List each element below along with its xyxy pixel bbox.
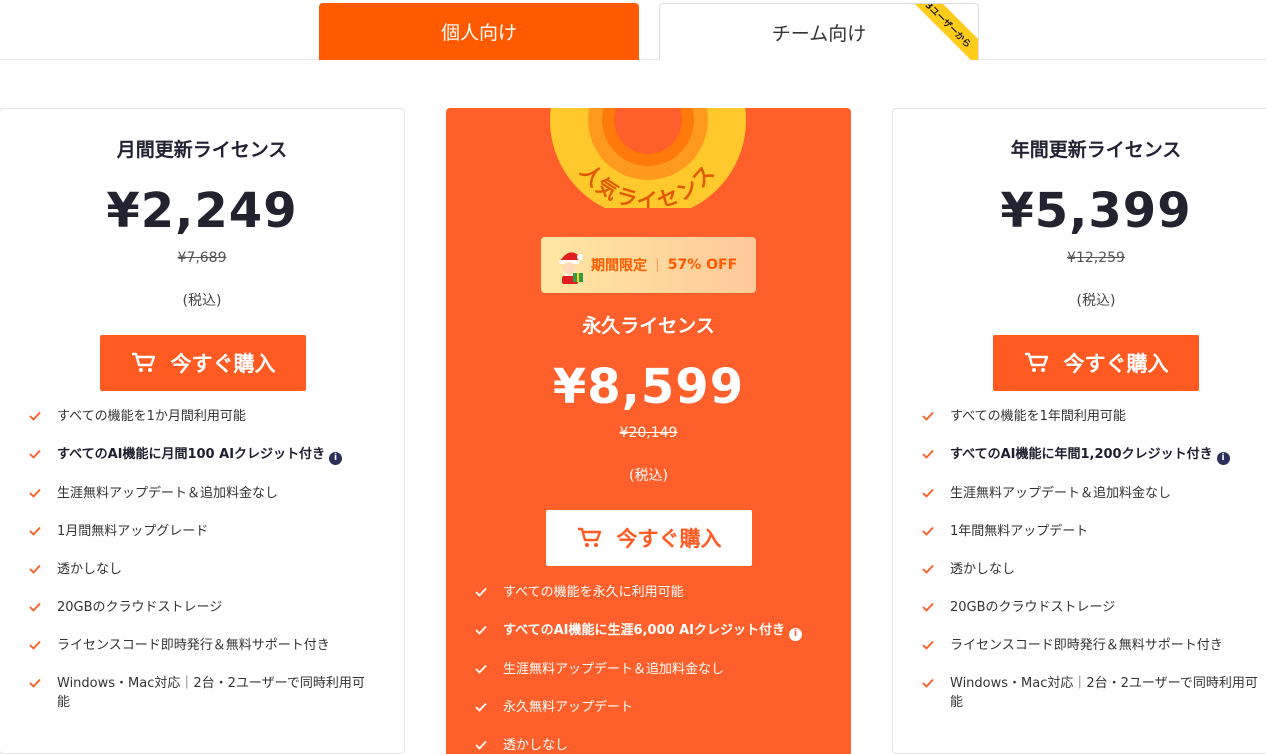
check-icon bbox=[475, 740, 487, 750]
feature-list: すべての機能を1年間利用可能 すべてのAI機能に年間1,200クレジット付き i … bbox=[922, 407, 1262, 731]
feature-item: すべてのAI機能に年間1,200クレジット付き i bbox=[922, 445, 1262, 465]
feature-item: 透かしなし bbox=[922, 560, 1262, 579]
feature-item: すべてのAI機能に月間100 AIクレジット付き i bbox=[29, 445, 374, 465]
plan-name: 月間更新ライセンス bbox=[116, 139, 288, 161]
santa-icon bbox=[559, 252, 583, 284]
plan-card-annual: 年間更新ライセンス ¥5,399 ¥12,259 (税込) 今すぐ購入 すべての… bbox=[892, 108, 1266, 754]
feature-item: 生涯無料アップデート＆追加料金なし bbox=[29, 484, 374, 503]
check-icon bbox=[475, 587, 487, 597]
check-icon bbox=[475, 625, 487, 635]
check-icon bbox=[922, 678, 934, 688]
check-icon bbox=[475, 702, 487, 712]
feature-item: 20GBのクラウドストレージ bbox=[29, 598, 374, 617]
popular-badge: 人気ライセンス bbox=[550, 108, 746, 208]
check-icon bbox=[29, 640, 41, 650]
check-icon bbox=[922, 449, 934, 459]
feature-item: ライセンスコード即時発行＆無料サポート付き bbox=[922, 636, 1262, 655]
cart-icon bbox=[131, 352, 155, 372]
pricing-page: 個人向け チーム向け 3ユーザーから 月間更新ライセンス ¥2,249 ¥7,6… bbox=[0, 0, 1266, 754]
check-icon bbox=[29, 602, 41, 612]
info-icon[interactable]: i bbox=[329, 452, 343, 465]
team-ribbon-label: 3ユーザーから bbox=[923, 3, 973, 50]
tab-team[interactable]: チーム向け 3ユーザーから bbox=[659, 3, 979, 60]
check-icon bbox=[29, 678, 41, 688]
plan-old-price: ¥7,689 bbox=[177, 250, 227, 266]
buy-button-monthly[interactable]: 今すぐ購入 bbox=[100, 335, 306, 391]
check-icon bbox=[922, 602, 934, 612]
check-icon bbox=[29, 526, 41, 536]
feature-item: 永久無料アップデート bbox=[475, 698, 825, 717]
promo-label: 期間限定 bbox=[591, 258, 647, 274]
check-icon bbox=[922, 526, 934, 536]
plan-tax-note: (税込) bbox=[182, 293, 222, 309]
cart-icon bbox=[577, 527, 601, 547]
plan-name: 永久ライセンス bbox=[582, 315, 715, 337]
info-icon[interactable]: i bbox=[789, 628, 803, 641]
plan-card-monthly: 月間更新ライセンス ¥2,249 ¥7,689 (税込) 今すぐ購入 すべての機… bbox=[0, 108, 405, 754]
feature-item: 1年間無料アップデート bbox=[922, 522, 1262, 541]
plan-tax-note: (税込) bbox=[1076, 293, 1116, 309]
feature-item: 透かしなし bbox=[29, 560, 374, 579]
plan-old-price: ¥12,259 bbox=[1067, 250, 1125, 266]
team-ribbon: 3ユーザーから bbox=[903, 3, 978, 60]
check-icon bbox=[29, 564, 41, 574]
buy-button-label: 今すぐ購入 bbox=[170, 352, 276, 376]
tab-team-label: チーム向け bbox=[771, 22, 867, 45]
buy-button-label: 今すぐ購入 bbox=[1063, 352, 1169, 376]
feature-item: すべての機能を1か月間利用可能 bbox=[29, 407, 374, 426]
feature-item: 生涯無料アップデート＆追加料金なし bbox=[922, 484, 1262, 503]
promo-separator: | bbox=[655, 257, 660, 273]
check-icon bbox=[922, 488, 934, 498]
promo-discount: 57% OFF bbox=[667, 257, 738, 273]
check-icon bbox=[29, 488, 41, 498]
check-icon bbox=[922, 411, 934, 421]
promo-banner: 期間限定 | 57% OFF bbox=[541, 237, 756, 293]
feature-item: 20GBのクラウドストレージ bbox=[922, 598, 1262, 617]
info-icon[interactable]: i bbox=[1216, 452, 1230, 465]
plan-price: ¥2,249 bbox=[106, 183, 298, 239]
tab-personal[interactable]: 個人向け bbox=[319, 3, 639, 60]
feature-item: ライセンスコード即時発行＆無料サポート付き bbox=[29, 636, 374, 655]
check-icon bbox=[475, 664, 487, 674]
buy-button-perpetual[interactable]: 今すぐ購入 bbox=[546, 510, 752, 566]
plan-name: 年間更新ライセンス bbox=[1010, 139, 1182, 161]
feature-item: Windows・Mac対応｜2台・2ユーザーで同時利用可能 bbox=[29, 674, 374, 712]
feature-list: すべての機能を永久に利用可能 すべてのAI機能に生涯6,000 AIクレジット付… bbox=[475, 583, 825, 754]
plan-old-price: ¥20,149 bbox=[619, 425, 678, 441]
feature-item: 生涯無料アップデート＆追加料金なし bbox=[475, 660, 825, 679]
feature-item: すべての機能を永久に利用可能 bbox=[475, 583, 825, 602]
check-icon bbox=[922, 564, 934, 574]
plan-price: ¥5,399 bbox=[1000, 183, 1192, 239]
feature-item: すべてのAI機能に生涯6,000 AIクレジット付き i bbox=[475, 621, 825, 641]
check-icon bbox=[922, 640, 934, 650]
feature-list: すべての機能を1か月間利用可能 すべてのAI機能に月間100 AIクレジット付き… bbox=[29, 407, 374, 731]
feature-item: すべての機能を1年間利用可能 bbox=[922, 407, 1262, 426]
check-icon bbox=[29, 411, 41, 421]
plan-price: ¥8,599 bbox=[552, 359, 745, 415]
feature-item: 透かしなし bbox=[475, 736, 825, 754]
buy-button-label: 今すぐ購入 bbox=[616, 527, 722, 551]
feature-item: 1月間無料アップグレード bbox=[29, 522, 374, 541]
tab-personal-label: 個人向け bbox=[440, 22, 517, 44]
feature-item: Windows・Mac対応｜2台・2ユーザーで同時利用可能 bbox=[922, 674, 1262, 712]
buy-button-annual[interactable]: 今すぐ購入 bbox=[993, 335, 1199, 391]
plan-card-perpetual: 人気ライセンス 期間限定 | 57% OFF 永久ライセンス ¥8,599 ¥2… bbox=[446, 108, 851, 754]
check-icon bbox=[29, 449, 41, 459]
plan-tax-note: (税込) bbox=[629, 468, 668, 484]
cart-icon bbox=[1024, 352, 1048, 372]
